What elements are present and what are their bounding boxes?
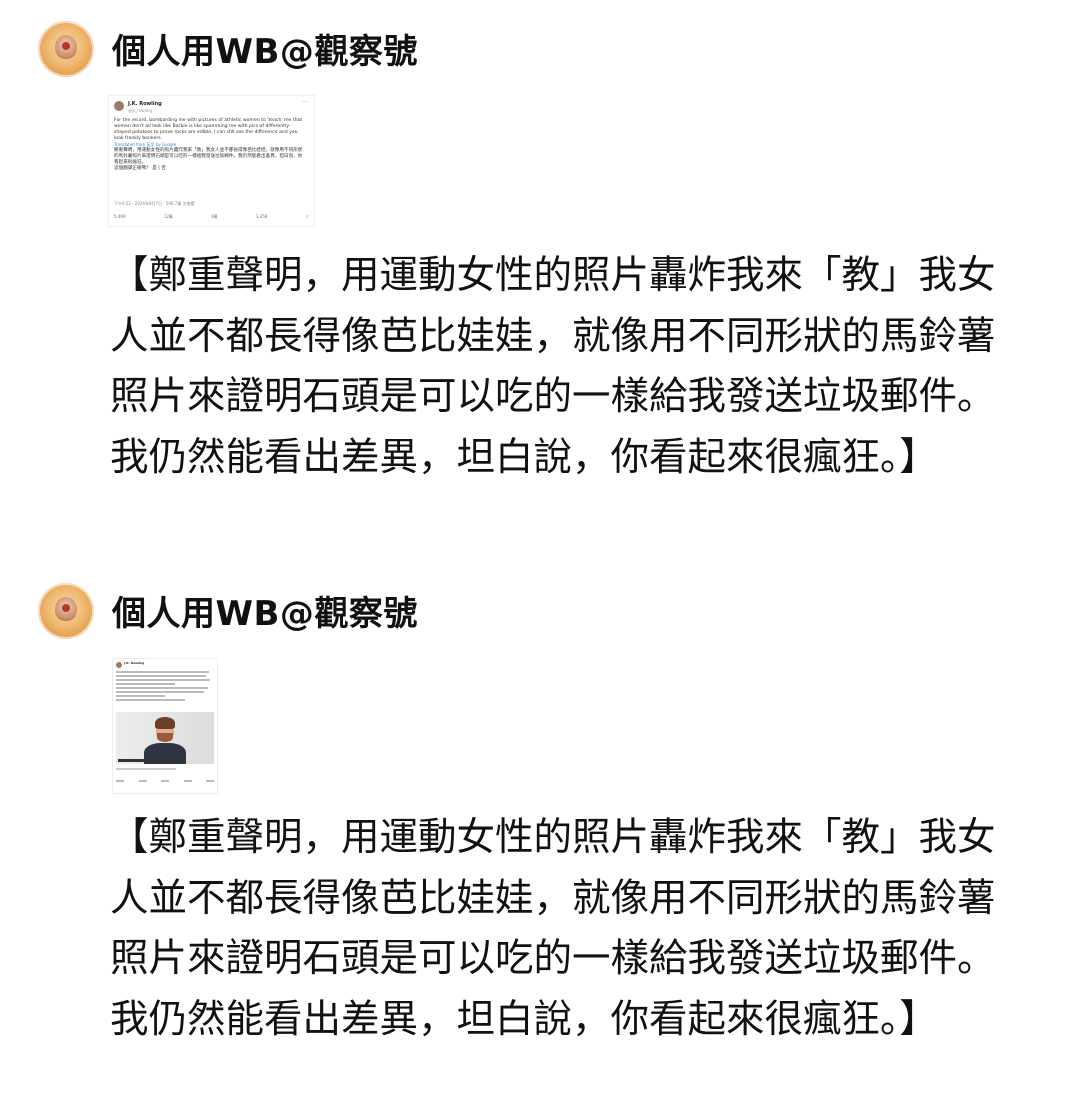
username[interactable]: 個人用WB@觀察號 xyxy=(112,24,418,73)
tweet-actions: 5,469 12萬 9萬 3,358 ⇪ xyxy=(114,213,309,220)
tweet-meta: 下午6:52 · 2024年8月7日 · 596.7萬 次查看 xyxy=(114,201,195,206)
retweet-count: 12萬 xyxy=(163,214,173,219)
tweet-meta xyxy=(116,768,176,770)
translation-rating: 這個翻譯正確嗎？ 是 | 否 xyxy=(114,166,166,171)
tweet-body xyxy=(116,671,214,703)
tweet-handle: @jk_rowling xyxy=(128,108,152,113)
avatar[interactable] xyxy=(38,21,94,77)
more-icon: ··· xyxy=(302,99,308,106)
post-text: 【鄭重聲明，用運動女性的照片轟炸我來「教」我女人並不都長得像芭比娃娃，就像用不同… xyxy=(110,815,996,1042)
tweet-text-en: For the record, bombarding me with pictu… xyxy=(114,118,303,141)
avatar-mark xyxy=(62,42,70,50)
username[interactable]: 個人用WB@觀察號 xyxy=(112,586,418,635)
embedded-tweet-image[interactable]: J.K. Rowling xyxy=(112,658,218,794)
avatar-mark xyxy=(62,604,70,612)
tweet-author: J.K. Rowling xyxy=(124,661,145,665)
share-icon: ⇪ xyxy=(305,214,309,219)
tweet-actions xyxy=(116,780,214,782)
bookmark-count: 3,358 xyxy=(255,214,268,219)
avatar[interactable] xyxy=(38,583,94,639)
post-text: 【鄭重聲明，用運動女性的照片轟炸我來「教」我女人並不都長得像芭比娃娃，就像用不同… xyxy=(110,253,996,480)
reply-count: 5,469 xyxy=(114,214,126,219)
embedded-tweet-image[interactable]: J.K. Rowling @jk_rowling ··· For the rec… xyxy=(108,95,315,227)
tweet-avatar xyxy=(114,101,124,111)
tweet-photo xyxy=(116,712,214,764)
tweet-avatar xyxy=(116,662,122,668)
tweet-body: For the record, bombarding me with pictu… xyxy=(114,118,306,172)
tweet-text-translated: 鄭重聲明，用運動女性的照片轟炸我來「教」我女人並不都長得像芭比娃娃，就像用不同形… xyxy=(114,148,303,165)
like-count: 9萬 xyxy=(211,214,218,219)
